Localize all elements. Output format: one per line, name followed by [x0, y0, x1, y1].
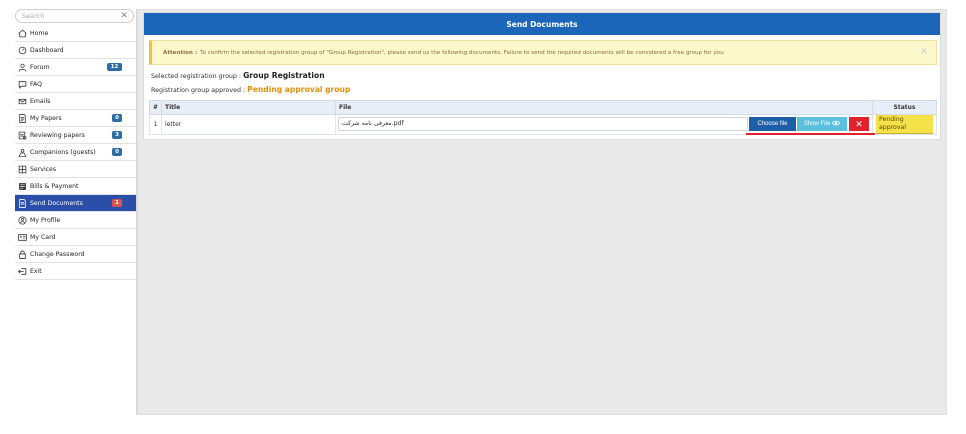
profile-icon — [18, 215, 27, 225]
selected-group-value: Group Registration — [243, 71, 325, 80]
sidebar-item-dashboard[interactable]: Dashboard — [15, 42, 136, 59]
col-header-num: # — [149, 100, 162, 115]
close-alert-icon[interactable]: ✕ — [920, 47, 928, 57]
panel-title: Send Documents — [144, 13, 940, 35]
approved-group-label: Registration group approved : — [151, 87, 246, 94]
row-status-cell: Pending approval — [872, 114, 937, 135]
col-header-file: File — [335, 100, 873, 115]
card-icon — [18, 233, 27, 242]
sidebar-item-label: Exit — [30, 267, 42, 275]
review-icon — [18, 131, 27, 140]
approved-group-value: Pending approval group — [247, 85, 351, 94]
sidebar-item-label: Change Password — [30, 250, 85, 258]
delete-file-button[interactable]: ✕ — [849, 117, 869, 131]
sidebar-item-my-profile[interactable]: My Profile — [15, 212, 136, 229]
search-box: ✕ — [15, 9, 134, 23]
sidebar-item-my-papers[interactable]: My Papers 0 — [15, 110, 136, 127]
sidebar-item-label: FAQ — [30, 80, 42, 88]
table-header-row: # Title File Status — [149, 100, 937, 115]
sidebar: ✕ Home Dashboard Forum 12 FAQ Emails My Papers… — [15, 9, 137, 415]
sidebar-item-label: Services — [30, 165, 57, 173]
sidebar-item-label: Forum — [30, 63, 50, 71]
row-num: 1 — [149, 114, 162, 135]
choose-file-button[interactable]: Choose file — [749, 117, 796, 131]
app-window: ✕ Home Dashboard Forum 12 FAQ Emails My Papers… — [0, 0, 966, 434]
group-icon — [18, 148, 27, 157]
count-badge: 0 — [112, 148, 122, 156]
table-row: 1 letter معرفی نامه شرکت.pdf Choose file… — [149, 114, 937, 135]
sidebar-item-label: Bills & Payment — [30, 182, 79, 190]
sidebar-item-label: Companions (guests) — [30, 148, 96, 156]
document-icon — [18, 198, 27, 208]
sidebar-item-label: Emails — [30, 97, 51, 105]
sidebar-item-emails[interactable]: Emails — [15, 93, 136, 110]
clear-search-icon[interactable]: ✕ — [120, 10, 128, 22]
sidebar-item-change-password[interactable]: Change Password — [15, 246, 136, 263]
row-file-cell: معرفی نامه شرکت.pdf Choose file Show Fil… — [335, 114, 875, 135]
home-icon — [18, 29, 27, 38]
count-badge: 1 — [112, 199, 122, 207]
sidebar-item-exit[interactable]: Exit — [15, 263, 136, 280]
sidebar-item-home[interactable]: Home — [15, 25, 136, 42]
mail-icon — [18, 97, 27, 106]
status-badge: Pending approval — [876, 115, 933, 134]
alert-text: To confirm the selected registration gro… — [200, 49, 724, 56]
send-documents-panel: Send Documents Attention : To confirm th… — [143, 12, 941, 140]
sidebar-item-forum[interactable]: Forum 12 — [15, 59, 136, 76]
col-header-status: Status — [872, 100, 937, 115]
sidebar-item-bills-payment[interactable]: Bills & Payment — [15, 178, 136, 195]
col-header-title: Title — [161, 100, 336, 115]
selected-group-line: Selected registration group : Group Regi… — [151, 71, 325, 80]
search-input[interactable] — [22, 10, 122, 22]
sidebar-item-services[interactable]: Services — [15, 161, 136, 178]
sidebar-item-label: My Profile — [30, 216, 61, 224]
user-icon — [18, 63, 27, 72]
sidebar-item-label: My Card — [30, 233, 56, 241]
sidebar-item-label: Send Documents — [30, 199, 83, 207]
count-badge: 0 — [112, 114, 122, 122]
approved-group-line: Registration group approved : Pending ap… — [151, 85, 350, 94]
count-badge: 3 — [112, 131, 122, 139]
sidebar-item-label: Dashboard — [30, 46, 64, 54]
highlight-underline — [746, 133, 875, 135]
show-file-button[interactable]: Show File — [797, 117, 847, 131]
show-file-label: Show File — [803, 121, 831, 127]
paper-icon — [18, 113, 27, 123]
row-title: letter — [161, 114, 336, 135]
sidebar-item-label: My Papers — [30, 114, 62, 122]
bill-icon — [18, 182, 27, 191]
exit-icon — [18, 267, 27, 276]
sidebar-item-reviewing-papers[interactable]: Reviewing papers 3 — [15, 127, 136, 144]
documents-table: # Title File Status 1 letter معرفی نامه … — [149, 100, 937, 135]
sidebar-item-label: Reviewing papers — [30, 131, 85, 139]
eye-icon — [832, 120, 841, 128]
file-name-field: معرفی نامه شرکت.pdf — [338, 117, 748, 131]
attention-alert: Attention : To confirm the selected regi… — [149, 40, 937, 65]
sidebar-item-send-documents[interactable]: Send Documents 1 — [15, 195, 136, 212]
chat-icon — [18, 80, 27, 89]
selected-group-label: Selected registration group : — [151, 73, 242, 80]
sidebar-nav: Home Dashboard Forum 12 FAQ Emails My Papers 0 R… — [15, 25, 136, 280]
lock-icon — [18, 250, 27, 259]
sidebar-item-my-card[interactable]: My Card — [15, 229, 136, 246]
sidebar-item-label: Home — [30, 29, 49, 37]
count-badge: 12 — [107, 63, 122, 71]
sidebar-item-faq[interactable]: FAQ — [15, 76, 136, 93]
services-icon — [18, 165, 27, 174]
alert-label: Attention : — [163, 49, 198, 56]
sidebar-item-companions-guests[interactable]: Companions (guests) 0 — [15, 144, 136, 161]
dashboard-icon — [18, 46, 27, 55]
